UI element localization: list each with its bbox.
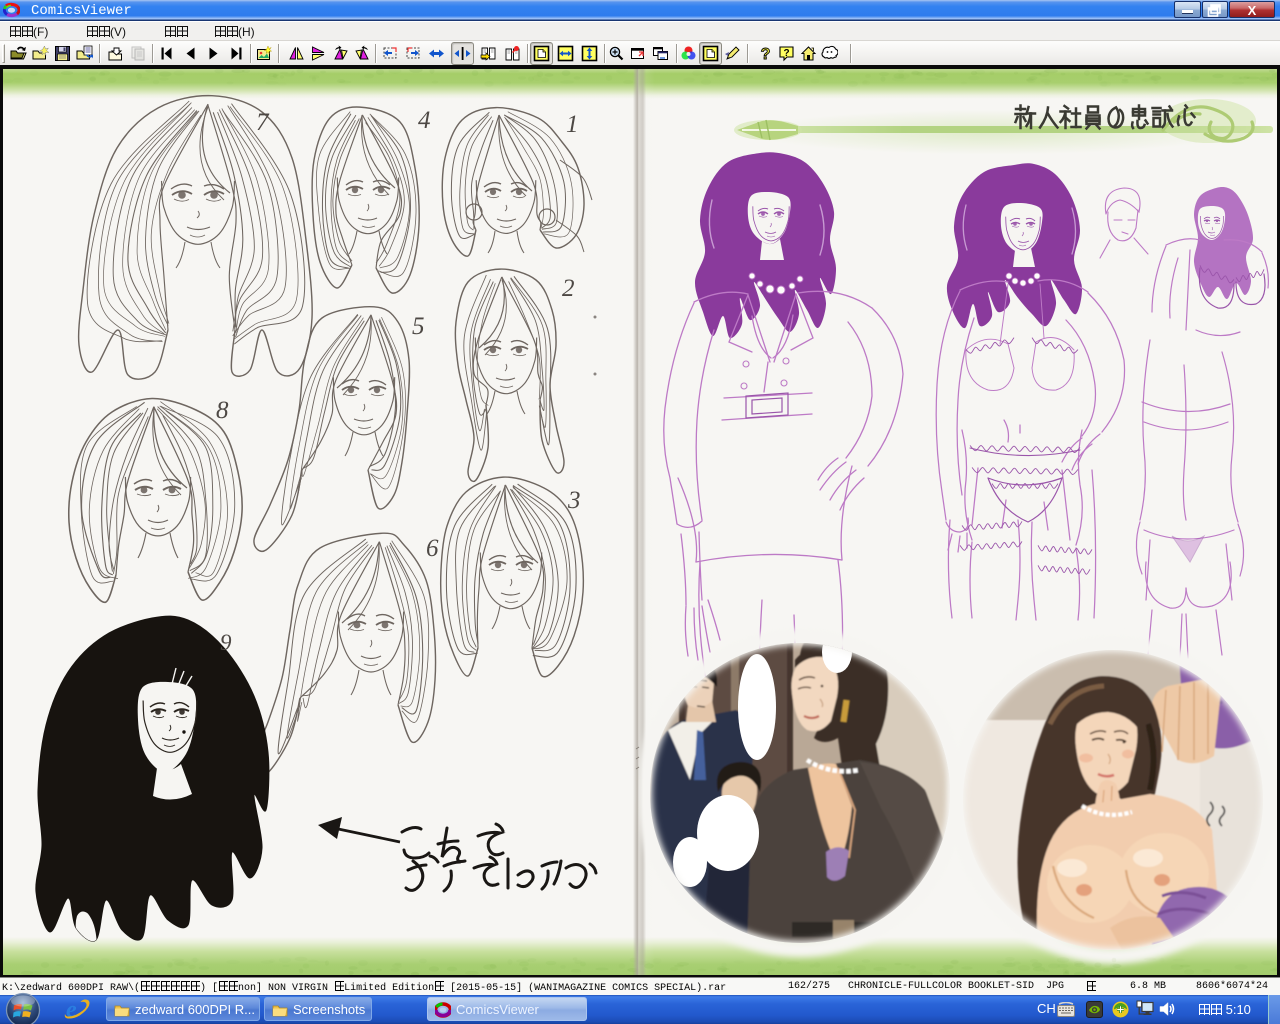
- svg-text:?: ?: [783, 48, 789, 59]
- svg-text:8: 8: [216, 397, 229, 424]
- svg-text:2: 2: [562, 275, 575, 302]
- svg-text:3: 3: [567, 487, 581, 514]
- svg-text:9: 9: [220, 630, 232, 655]
- svg-text:?: ?: [761, 46, 771, 62]
- svg-text:e: e: [66, 997, 77, 1023]
- svg-text:6: 6: [426, 535, 439, 562]
- svg-text:5: 5: [412, 313, 425, 340]
- svg-text:1: 1: [566, 111, 579, 138]
- svg-text:4: 4: [418, 107, 431, 134]
- svg-text:7: 7: [256, 109, 270, 136]
